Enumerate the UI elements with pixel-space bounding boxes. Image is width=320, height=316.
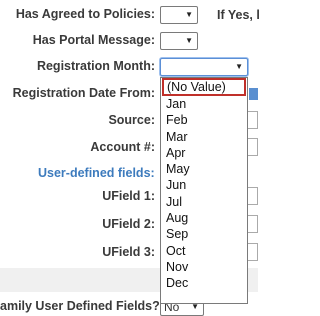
month-option-oct[interactable]: Oct xyxy=(161,243,247,259)
chevron-down-icon: ▼ xyxy=(235,62,243,71)
month-option-feb[interactable]: Feb xyxy=(161,112,247,128)
month-option-apr[interactable]: Apr xyxy=(161,145,247,161)
month-option-mar[interactable]: Mar xyxy=(161,129,247,145)
chevron-down-icon: ▼ xyxy=(185,36,193,45)
user-defined-fields-heading: User-defined fields: xyxy=(38,166,155,180)
has-portal-select[interactable]: ▼ xyxy=(160,32,198,50)
source-label: Source: xyxy=(108,113,155,127)
ufield2-label: UField 2: xyxy=(102,217,155,231)
month-option-dec[interactable]: Dec xyxy=(161,275,247,291)
account-label: Account #: xyxy=(90,140,155,154)
if-yes-text: If Yes, l xyxy=(217,8,260,22)
chevron-down-icon: ▼ xyxy=(185,10,193,19)
has-agreed-label: Has Agreed to Policies: xyxy=(15,7,155,21)
month-option-aug[interactable]: Aug xyxy=(161,210,247,226)
registration-month-dropdown[interactable]: (No Value) Jan Feb Mar Apr May Jun Jul A… xyxy=(160,77,248,304)
month-option-nov[interactable]: Nov xyxy=(161,259,247,275)
has-agreed-select[interactable]: ▼ xyxy=(160,6,198,24)
registration-month-label: Registration Month: xyxy=(36,59,155,73)
ufield3-label: UField 3: xyxy=(102,245,155,259)
month-option-no-value[interactable]: (No Value) xyxy=(162,78,246,96)
calendar-icon[interactable] xyxy=(249,88,258,100)
registration-month-select[interactable]: ▼ xyxy=(160,58,248,76)
month-option-jun[interactable]: Jun xyxy=(161,177,247,193)
family-udf-label: amily User Defined Fields? xyxy=(0,299,160,313)
has-portal-label: Has Portal Message: xyxy=(32,33,155,47)
month-option-may[interactable]: May xyxy=(161,161,247,177)
month-option-jul[interactable]: Jul xyxy=(161,194,247,210)
month-option-sep[interactable]: Sep xyxy=(161,226,247,242)
ufield1-label: UField 1: xyxy=(102,189,155,203)
month-option-jan[interactable]: Jan xyxy=(161,96,247,112)
registration-date-from-label: Registration Date From: xyxy=(12,86,155,100)
